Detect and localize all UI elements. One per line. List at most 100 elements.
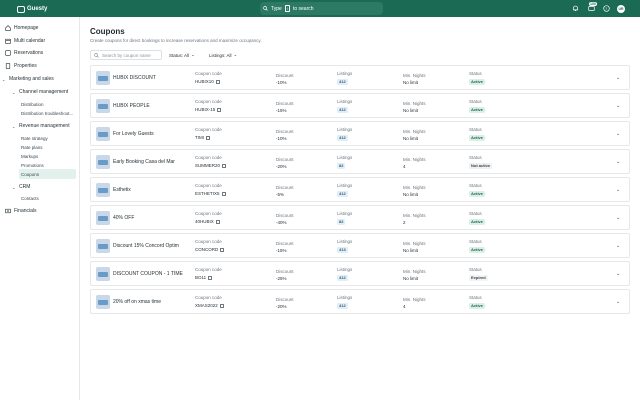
listings-count[interactable]: 412 (337, 191, 348, 197)
listings-badge: 82 (337, 163, 346, 169)
search-shortcut-key: / (284, 5, 290, 12)
listings-label: Listings (337, 183, 353, 188)
bell-icon[interactable] (572, 5, 579, 12)
sidebar-item-homepage[interactable]: Homepage (5, 23, 38, 33)
status-label: Status (469, 295, 482, 300)
inbox-icon[interactable] (588, 5, 595, 12)
coupon-row[interactable]: For Lovely Guests Coupon code TIMI Discount… (90, 121, 630, 146)
coupon-name: HUBIX PEOPLE (113, 103, 150, 109)
discount-label: Discount (276, 241, 294, 246)
min-nights-label: Min. Nights (403, 157, 426, 162)
sidebar-item-financials[interactable]: Financials (5, 206, 37, 216)
financials-icon (5, 208, 11, 214)
discount-value: -40% (276, 220, 287, 225)
listings-count[interactable]: 412 (337, 79, 348, 85)
status-label: Status (469, 71, 482, 76)
chevron-down-icon[interactable]: ⌄ (616, 299, 620, 305)
copy-icon[interactable] (219, 303, 224, 308)
coupon-code: BO11 (195, 275, 213, 280)
coupon-code-label: Coupon code (195, 239, 222, 244)
coupon-name: HUBIX DISCOUNT (113, 75, 156, 81)
listings-badge: 412 (337, 135, 348, 141)
coupon-row[interactable]: HUBIX PEOPLE Coupon code HUBIX-15 Discount -… (90, 93, 630, 118)
chevron-down-icon[interactable]: ⌄ (616, 103, 620, 109)
listings-badge: 412 (337, 107, 348, 113)
coupon-name: 40% OFF (113, 215, 135, 221)
copy-icon[interactable] (208, 275, 213, 280)
listings-count[interactable]: 412 (337, 107, 348, 113)
sidebar-item-reservations[interactable]: Reservations (5, 48, 43, 58)
listings-count[interactable]: 82 (337, 219, 346, 225)
status-filter-dropdown[interactable]: Status: All ⌄ (169, 50, 195, 60)
sidebar-item-properties[interactable]: Properties (5, 61, 37, 71)
min-nights-value: 2 (403, 220, 406, 225)
sidebar-item-marketing-and-sales[interactable]: ⌄ Marketing and sales (2, 74, 54, 84)
coupon-thumbnail (96, 239, 110, 253)
listings-count[interactable]: 412 (337, 275, 348, 281)
listings-filter-dropdown[interactable]: Listings: All ⌄ (209, 50, 237, 60)
discount-label: Discount (276, 157, 294, 162)
chevron-down-icon[interactable]: ⌄ (616, 187, 620, 193)
coupon-row[interactable]: 20% off on xmas time Coupon code XMAS2022 D… (90, 289, 630, 314)
coupon-row[interactable]: HUBIX DISCOUNT Coupon code HUBIX10 Discount… (90, 65, 630, 90)
discount-value: -25% (276, 276, 287, 281)
coupon-code-value: XMAS2022 (195, 303, 218, 308)
copy-icon[interactable] (215, 219, 220, 224)
chevron-down-icon[interactable]: ⌄ (616, 271, 620, 277)
coupon-thumbnail (96, 295, 110, 309)
chevron-down-icon: ⌄ (2, 76, 6, 82)
sidebar-item-multi-calendar[interactable]: Multi calendar (5, 36, 45, 46)
coupon-row[interactable]: Esthetix Coupon code ESTHETIX5 Discount -5% L… (90, 177, 630, 202)
brand-logo[interactable]: Guesty (17, 4, 47, 14)
status-badge: Active (469, 247, 486, 253)
coupon-code: TIMI (195, 135, 210, 140)
copy-icon[interactable] (220, 247, 225, 252)
min-nights-value: No limit (403, 108, 419, 113)
chevron-down-icon[interactable]: ⌄ (616, 131, 620, 137)
coupon-row[interactable]: Discount 15% Concord Optim Coupon code CON… (90, 233, 630, 258)
sidebar-item-crm[interactable]: ⌄ CRM (12, 182, 30, 192)
coupon-code-value: SUMMER20 (195, 163, 221, 168)
chevron-down-icon: ⌄ (233, 52, 238, 57)
sidebar-item-revenue-management[interactable]: ⌄ Revenue management (12, 121, 70, 131)
user-avatar[interactable]: UR (617, 5, 625, 13)
help-icon[interactable]: ? (603, 5, 610, 12)
chevron-down-icon[interactable]: ⌄ (616, 243, 620, 249)
status-label: Status (469, 183, 482, 188)
chevron-down-icon[interactable]: ⌄ (616, 75, 620, 81)
min-nights-label: Min. Nights (403, 241, 426, 246)
discount-label: Discount (276, 129, 294, 134)
chevron-down-icon[interactable]: ⌄ (616, 215, 620, 221)
copy-icon[interactable] (221, 191, 226, 196)
coupon-row[interactable]: Early Booking Casa del Mar Coupon code SUM… (90, 149, 630, 174)
listings-count[interactable]: 412 (337, 303, 348, 309)
copy-icon[interactable] (222, 163, 227, 168)
copy-icon[interactable] (206, 135, 210, 140)
coupon-code-value: TIMI (195, 135, 204, 140)
search-placeholder: Search by coupon name (102, 52, 151, 58)
min-nights-label: Min. Nights (403, 269, 426, 274)
top-bar: Guesty Type / to search 100 ? UR (0, 0, 640, 17)
coupon-name: Esthetix (113, 187, 131, 193)
copy-icon[interactable] (215, 79, 220, 84)
coupon-search-input[interactable]: Search by coupon name (90, 50, 162, 60)
coupon-row[interactable]: 40% OFF Coupon code 40HUBIX Discount -40% Lis… (90, 205, 630, 230)
sidebar-item-distribution-troubleshoot[interactable]: Distribution troubleshoot... (21, 108, 73, 118)
copy-icon[interactable] (217, 107, 222, 112)
chevron-down-icon[interactable]: ⌄ (616, 159, 620, 165)
discount-value: -10% (276, 80, 287, 85)
global-search[interactable]: Type / to search (260, 2, 383, 15)
status-badge: Expired (469, 275, 488, 281)
sidebar-item-label: Reservations (14, 50, 44, 56)
listings-count[interactable]: 412 (337, 135, 348, 141)
listings-label: Listings (337, 239, 353, 244)
sidebar-item-label: Marketing and sales (9, 76, 54, 82)
coupon-code: 40HUBIX (195, 219, 220, 224)
sidebar-item-channel-management[interactable]: ⌄ Channel management (12, 87, 68, 97)
sidebar-item-coupons[interactable]: Coupons (19, 169, 76, 179)
listings-count[interactable]: 413 (337, 247, 348, 253)
sidebar-item-contacts[interactable]: Contacts (21, 193, 39, 203)
coupon-row[interactable]: DISCOUNT COUPON - 1 TIME Coupon code BO11 D… (90, 261, 630, 286)
coupon-name: 20% off on xmas time (113, 299, 161, 305)
listings-count[interactable]: 82 (337, 163, 346, 169)
